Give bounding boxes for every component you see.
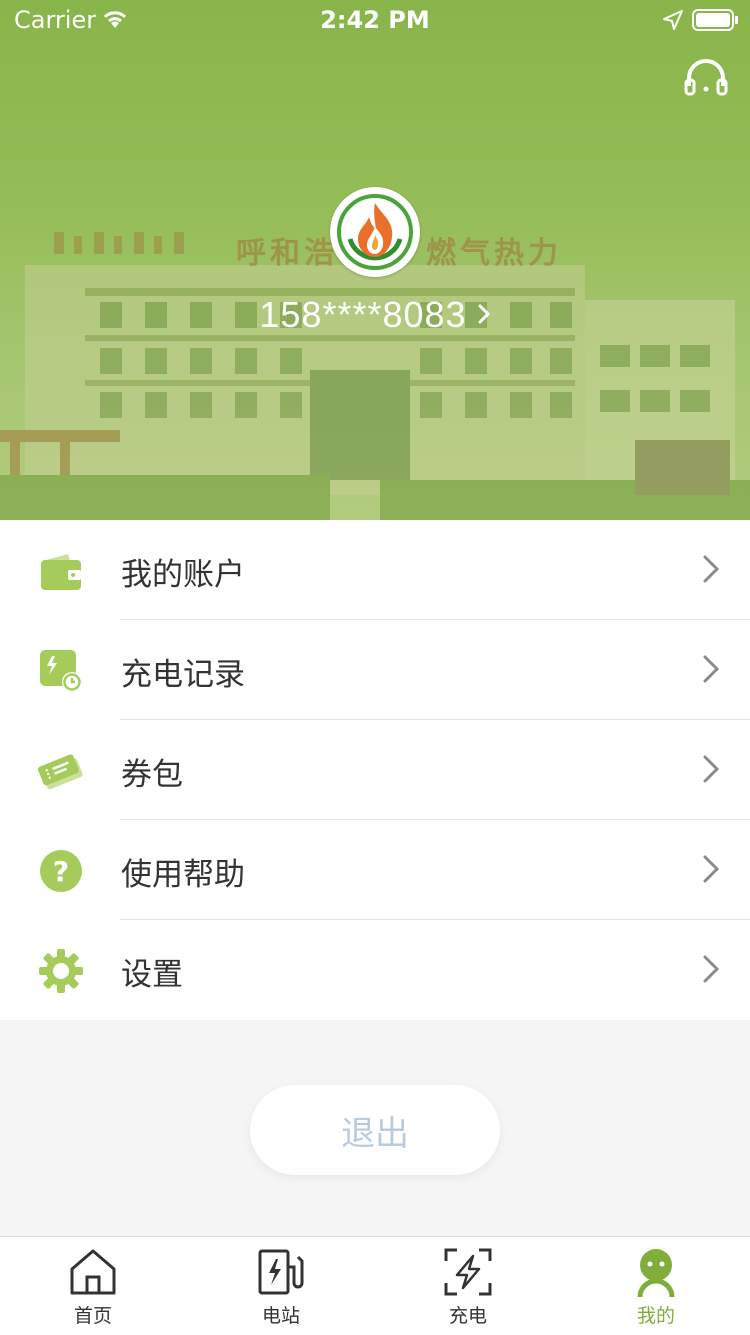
menu-label: 券包 <box>121 757 183 793</box>
menu-label: 充电记录 <box>121 657 245 693</box>
chevron-right-icon <box>477 299 491 333</box>
menu-label: 设置 <box>121 957 183 993</box>
battery-icon <box>692 9 740 35</box>
tab-home[interactable]: 首页 <box>43 1237 143 1335</box>
avatar[interactable] <box>330 187 420 277</box>
menu-item-account[interactable]: 我的账户 <box>0 520 750 620</box>
menu-item-help[interactable]: ? 使用帮助 <box>0 820 750 920</box>
charging-station-icon <box>258 1249 304 1295</box>
headset-icon <box>684 59 728 96</box>
coupon-icon <box>38 754 83 790</box>
tab-stations[interactable]: 电站 <box>231 1237 331 1335</box>
sign-text-left: 呼和浩 <box>236 236 338 271</box>
gear-icon <box>39 949 83 993</box>
menu-item-settings[interactable]: 设置 <box>0 920 750 1020</box>
menu-item-coupons[interactable]: 券包 <box>0 720 750 820</box>
help-icon: ? <box>40 850 82 892</box>
sign-text-right: 燃气热力 <box>426 236 562 271</box>
location-arrow-icon <box>662 9 684 35</box>
phone-number: 158****8083 <box>259 294 467 335</box>
customer-service-button[interactable] <box>683 56 729 98</box>
chevron-right-icon <box>703 955 720 983</box>
chevron-right-icon <box>703 855 720 883</box>
chevron-right-icon <box>703 655 720 683</box>
charge-scan-icon <box>444 1248 492 1296</box>
tab-label: 我的 <box>636 1305 675 1327</box>
chevron-right-icon <box>703 555 720 583</box>
tab-label: 电站 <box>261 1305 300 1327</box>
menu-item-charge-records[interactable]: 充电记录 <box>0 620 750 720</box>
status-bar: Carrier 2:42 PM <box>0 0 750 40</box>
home-icon <box>70 1249 116 1295</box>
phone-number-link[interactable]: 158****8083 <box>0 294 750 336</box>
menu-label: 我的账户 <box>121 557 245 593</box>
charge-record-icon <box>40 650 82 692</box>
mongolian-script-sign <box>50 228 190 258</box>
tab-label: 首页 <box>73 1305 112 1327</box>
flame-logo-icon <box>337 194 413 270</box>
chevron-right-icon <box>703 755 720 783</box>
tab-bar: 首页 电站 充电 我的 <box>0 1236 750 1335</box>
tab-charge[interactable]: 充电 <box>418 1237 518 1335</box>
tab-label: 充电 <box>448 1305 487 1327</box>
profile-header: 呼和浩 燃气热力 Carrier 2:42 PM 158****8083 <box>0 0 750 520</box>
svg-text:?: ? <box>53 855 69 888</box>
clock: 2:42 PM <box>320 6 430 34</box>
menu-list: 我的账户 充电记录 券包 ? 使用帮助 设置 <box>0 520 750 1020</box>
profile-icon <box>637 1249 675 1297</box>
tab-mine[interactable]: 我的 <box>606 1237 706 1335</box>
wallet-icon <box>41 554 81 590</box>
menu-label: 使用帮助 <box>121 857 245 893</box>
logout-button[interactable]: 退出 <box>250 1085 500 1175</box>
